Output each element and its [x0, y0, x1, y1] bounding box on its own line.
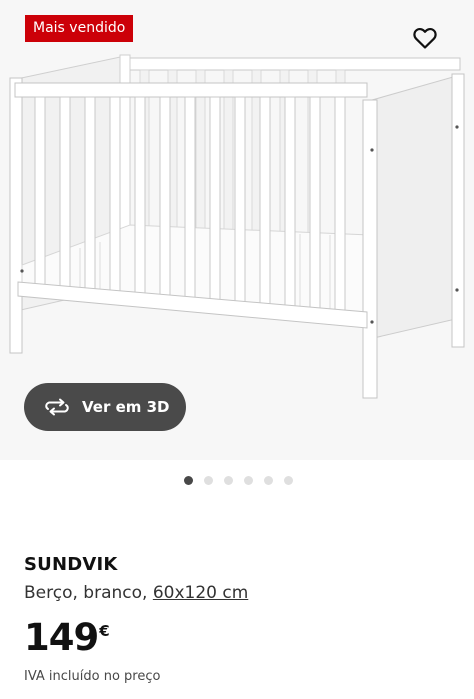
- carousel-dot[interactable]: [183, 476, 193, 485]
- carousel-dot[interactable]: [283, 476, 293, 485]
- carousel-dot[interactable]: [263, 476, 273, 485]
- carousel-dot[interactable]: [223, 476, 233, 485]
- price-amount: 149: [24, 616, 99, 659]
- product-description: Berço, branco, 60x120 cm: [24, 583, 248, 603]
- carousel-dot[interactable]: [243, 476, 253, 485]
- vat-note: IVA incluído no preço: [24, 669, 161, 684]
- product-type: Berço, branco,: [24, 583, 153, 603]
- view-in-3d-label: Ver em 3D: [82, 398, 170, 416]
- crib-illustration: [9, 54, 465, 399]
- product-image: [0, 50, 474, 400]
- heart-outline-icon: [413, 27, 437, 49]
- carousel-indicator: [0, 476, 474, 488]
- rotate-3d-icon: [45, 398, 69, 416]
- product-price: 149 €: [24, 616, 110, 660]
- product-name: SUNDVIK: [24, 554, 118, 575]
- carousel-dot[interactable]: [203, 476, 213, 485]
- view-in-3d-button[interactable]: Ver em 3D: [24, 383, 186, 431]
- bestseller-badge: Mais vendido: [25, 15, 134, 42]
- price-currency: €: [99, 622, 110, 640]
- product-image-gallery[interactable]: Mais vendido Ver em 3D: [0, 0, 474, 460]
- product-dimensions-link[interactable]: 60x120 cm: [153, 583, 248, 603]
- favorite-button[interactable]: [411, 24, 439, 52]
